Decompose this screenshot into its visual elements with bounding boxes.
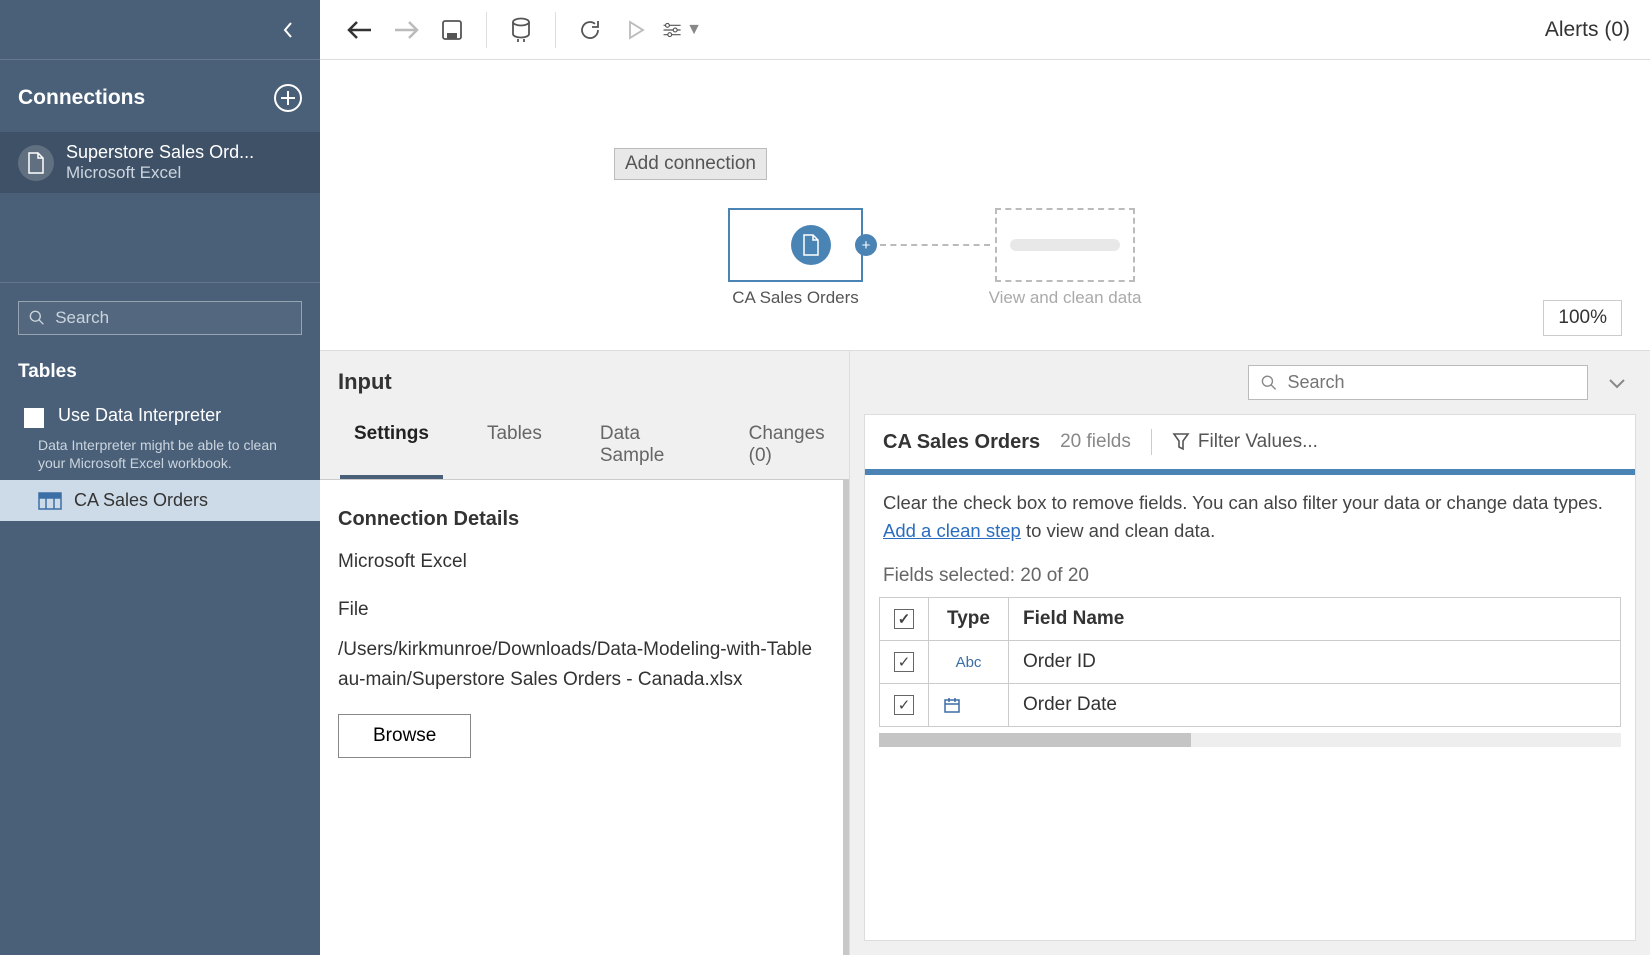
data-interpreter-option[interactable]: Use Data Interpreter [0,391,320,436]
field-name: Order ID [1009,640,1621,683]
tab-data-sample[interactable]: Data Sample [586,403,705,479]
tables-heading: Tables [0,353,320,391]
flow-canvas[interactable]: Add connection + CA Sales Orders View an… [320,60,1650,350]
field-checkbox[interactable] [894,695,914,715]
zoom-level[interactable]: 100% [1543,300,1622,336]
col-type: Type [929,597,1009,640]
fields-info-text: Clear the check box to remove fields. Yo… [865,475,1635,559]
refresh-button[interactable] [570,10,610,50]
search-icon [1261,374,1277,392]
sidebar-search[interactable] [18,301,302,335]
back-button[interactable] [340,10,380,50]
search-icon [29,309,45,327]
fields-search-input[interactable] [1287,372,1575,393]
tab-settings[interactable]: Settings [340,403,443,479]
toolbar: ▼ Alerts (0) [320,0,1650,60]
fields-pane: CA Sales Orders 20 fields Filter Values.… [850,351,1650,955]
select-all-checkbox[interactable] [894,609,914,629]
fields-step-name: CA Sales Orders [883,431,1040,454]
file-path: /Users/kirkmunroe/Downloads/Data-Modelin… [338,635,815,696]
field-row[interactable]: Order Date [880,683,1621,726]
run-button[interactable] [616,10,656,50]
flow-connector [880,244,990,246]
sidebar-search-input[interactable] [55,308,291,328]
tab-tables[interactable]: Tables [473,403,556,479]
input-pane: Input Settings Tables Data Sample Change… [320,351,850,955]
main-area: ▼ Alerts (0) Add connection + CA Sales O… [320,0,1650,955]
file-icon [18,145,54,181]
collapse-pane-icon[interactable] [1608,377,1626,389]
type-date-icon[interactable] [943,696,994,714]
add-connection-button[interactable] [274,84,302,112]
file-label: File [338,599,815,621]
fields-table: Type Field Name Abc Order ID [879,597,1621,727]
connection-type: Microsoft Excel [338,551,815,573]
flow-input-step[interactable]: + [728,208,863,282]
add-clean-step-link[interactable]: Add a clean step [883,520,1021,541]
connection-subtitle: Microsoft Excel [66,163,254,183]
filter-icon [1172,432,1190,452]
checkbox-icon[interactable] [24,408,44,428]
sidebar-collapse-bar [0,0,320,60]
add-connection-tooltip: Add connection [614,148,767,180]
field-checkbox[interactable] [894,652,914,672]
col-field-name: Field Name [1009,597,1621,640]
flow-ghost-step[interactable] [995,208,1135,282]
table-icon [38,492,62,510]
sidebar: Connections Superstore Sales Ord... Micr… [0,0,320,955]
connections-heading: Connections [18,86,145,110]
field-row[interactable]: Abc Order ID [880,640,1621,683]
type-string-icon[interactable]: Abc [956,654,982,671]
alerts-button[interactable]: Alerts (0) [1545,18,1630,42]
tab-changes[interactable]: Changes (0) [735,403,849,479]
flow-step-label: CA Sales Orders [728,288,863,308]
add-step-button[interactable]: + [855,234,877,256]
fields-selected-count: Fields selected: 20 of 20 [865,559,1635,597]
ghost-step-label: View and clean data [985,288,1145,308]
input-tabs: Settings Tables Data Sample Changes (0) [320,403,849,480]
table-item-label: CA Sales Orders [74,490,208,511]
filter-values-button[interactable]: Filter Values... [1172,431,1318,453]
save-button[interactable] [432,10,472,50]
field-count: 20 fields [1060,431,1131,453]
horizontal-scrollbar[interactable] [879,733,1621,747]
interpreter-label: Use Data Interpreter [58,405,221,426]
connection-title: Superstore Sales Ord... [66,142,254,163]
browse-button[interactable]: Browse [338,714,471,758]
connection-item[interactable]: Superstore Sales Ord... Microsoft Excel [0,132,320,193]
input-heading: Input [338,369,392,395]
connection-details-heading: Connection Details [338,508,815,531]
forward-button[interactable] [386,10,426,50]
field-name: Order Date [1009,683,1621,726]
fields-search[interactable] [1248,365,1588,400]
table-item[interactable]: CA Sales Orders [0,480,320,521]
interpreter-hint: Data Interpreter might be able to clean … [38,436,302,472]
file-icon [791,225,831,265]
settings-sliders-button[interactable]: ▼ [662,10,702,50]
datasource-button[interactable] [501,10,541,50]
collapse-sidebar-icon[interactable] [276,18,300,42]
